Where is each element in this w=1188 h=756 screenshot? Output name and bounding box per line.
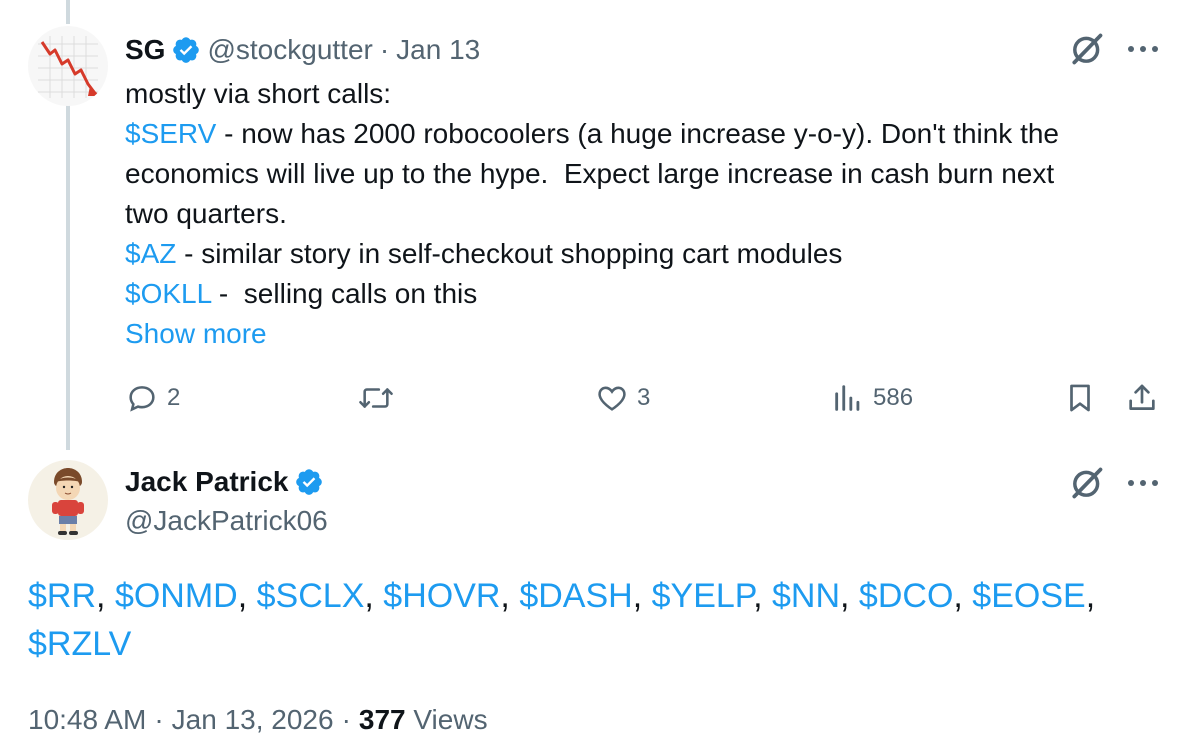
- retweet-icon: [359, 388, 393, 408]
- like-count: 3: [637, 384, 651, 411]
- tweet-full-date[interactable]: Jan 13, 2026: [172, 704, 334, 736]
- show-more-link[interactable]: Show more: [125, 314, 1175, 354]
- text-segment: - now has 2000 robocoolers (a huge incre…: [216, 118, 1060, 149]
- avatar-jackpatrick[interactable]: [28, 460, 108, 540]
- reply-button[interactable]: 2: [125, 376, 180, 420]
- text-line: $RR, $ONMD, $SCLX, $HOVR, $DASH, $YELP, …: [28, 572, 1168, 620]
- cashtag-link[interactable]: $DASH: [519, 577, 632, 615]
- text-segment: ,: [953, 577, 973, 615]
- tweet-date[interactable]: Jan 13: [396, 34, 480, 66]
- share-icon: [1129, 384, 1155, 410]
- verified-badge-icon[interactable]: [171, 35, 201, 65]
- text-segment: - selling calls on this: [211, 278, 478, 309]
- cashtag-link[interactable]: $DCO: [859, 577, 953, 615]
- verified-badge-icon[interactable]: [294, 467, 324, 497]
- header-separator: ·: [379, 34, 390, 65]
- text-segment: two quarters.: [125, 198, 287, 229]
- cashtag-link[interactable]: $NN: [772, 577, 840, 615]
- footer-separator: ·: [341, 704, 351, 735]
- text-line: mostly via short calls:: [125, 74, 1175, 114]
- text-segment: ,: [1085, 577, 1096, 615]
- grok-icon[interactable]: [1068, 464, 1106, 502]
- thread-line-top: [66, 0, 70, 24]
- thread-line: [66, 104, 70, 450]
- cashtag-link[interactable]: $AZ: [125, 238, 176, 269]
- views-icon: [835, 385, 860, 411]
- text-segment: ,: [632, 577, 652, 615]
- text-segment: ,: [500, 577, 520, 615]
- text-segment: mostly via short calls:: [125, 78, 392, 109]
- text-segment: ,: [237, 577, 257, 615]
- grok-icon[interactable]: [1068, 30, 1106, 68]
- tweet2-text: $RR, $ONMD, $SCLX, $HOVR, $DASH, $YELP, …: [28, 572, 1168, 668]
- tweet-time[interactable]: 10:48 AM: [28, 704, 146, 736]
- text-segment: ,: [840, 577, 859, 615]
- tweet2-author-row: Jack Patrick: [125, 462, 330, 502]
- more-icon[interactable]: [1128, 478, 1158, 488]
- reply-count: 2: [167, 384, 181, 411]
- text-segment: ,: [753, 577, 772, 615]
- like-icon: [598, 386, 626, 411]
- cashtag-link[interactable]: $RR: [28, 577, 96, 615]
- text-segment: ,: [364, 577, 384, 615]
- cashtag-link[interactable]: $OKLL: [125, 278, 211, 309]
- retweet-button[interactable]: [357, 376, 403, 420]
- text-segment: economics will live up to the hype. Expe…: [125, 158, 1055, 189]
- author-name[interactable]: Jack Patrick: [125, 466, 288, 498]
- text-segment: - similar story in self-checkout shoppin…: [176, 238, 843, 269]
- tweet1-header: SG @stockgutter · Jan 13: [125, 30, 480, 70]
- views-button[interactable]: 586: [831, 376, 913, 420]
- cashtag-link[interactable]: $SCLX: [257, 577, 365, 615]
- falling-chart-icon: [38, 36, 100, 98]
- views-count: 377: [358, 704, 406, 735]
- avatar-sg[interactable]: [28, 26, 108, 106]
- cashtag-link[interactable]: $ONMD: [115, 577, 238, 615]
- text-segment: ,: [96, 577, 115, 615]
- tweet1-action-bar: 2 3 586: [125, 376, 1165, 420]
- cashtag-link[interactable]: $RZLV: [28, 625, 131, 663]
- cashtag-link[interactable]: $EOSE: [972, 577, 1085, 615]
- text-line: $SERV - now has 2000 robocoolers (a huge…: [125, 114, 1175, 154]
- views-count: 586: [873, 384, 914, 411]
- author-handle[interactable]: @stockgutter: [207, 34, 372, 66]
- more-icon[interactable]: [1128, 44, 1158, 54]
- text-line: $RZLV: [28, 620, 1168, 668]
- tweet1-text: mostly via short calls: $SERV - now has 2…: [125, 74, 1175, 354]
- cashtag-link[interactable]: $SERV: [125, 118, 216, 149]
- reply-icon: [129, 386, 155, 412]
- text-line: economics will live up to the hype. Expe…: [125, 154, 1175, 194]
- views-label: Views: [405, 704, 488, 735]
- cashtag-link[interactable]: $HOVR: [383, 577, 500, 615]
- cashtag-link[interactable]: $YELP: [652, 577, 753, 615]
- footer-separator: ·: [154, 704, 164, 735]
- share-button[interactable]: [1125, 376, 1159, 420]
- bookmark-button[interactable]: [1063, 376, 1097, 420]
- bookmark-icon: [1070, 384, 1090, 412]
- text-line: $OKLL - selling calls on this: [125, 274, 1175, 314]
- author-handle[interactable]: @JackPatrick06: [125, 505, 328, 537]
- cartoon-avatar-icon: [52, 468, 84, 535]
- like-button[interactable]: 3: [595, 376, 650, 420]
- tweet2-footer: 10:48 AM · Jan 13, 2026 · 377 Views: [28, 700, 488, 740]
- author-name[interactable]: SG: [125, 34, 165, 66]
- text-line: $AZ - similar story in self-checkout sho…: [125, 234, 1175, 274]
- text-line: two quarters.: [125, 194, 1175, 234]
